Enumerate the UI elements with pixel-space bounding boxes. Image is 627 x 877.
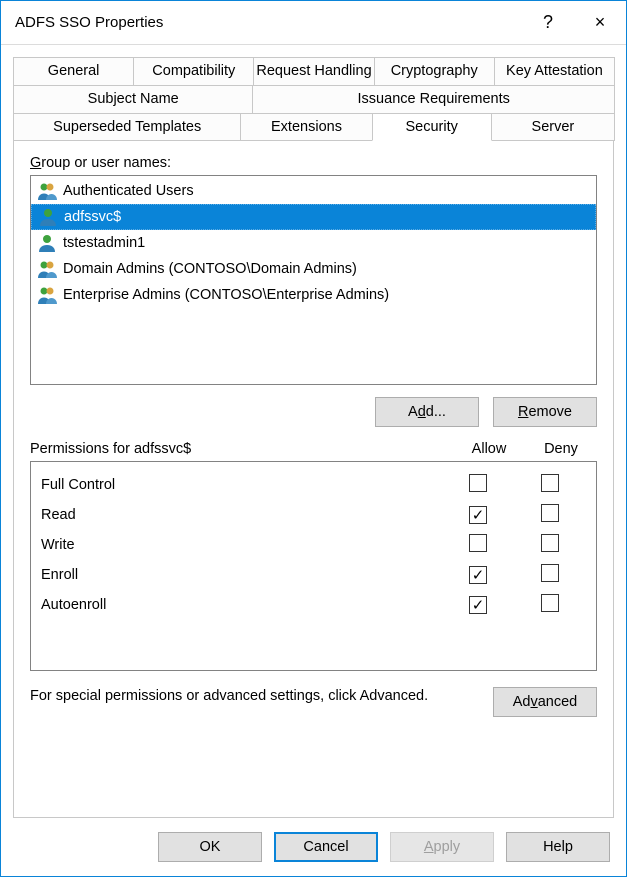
permission-name: Write — [41, 537, 442, 553]
allow-checkbox[interactable] — [469, 534, 487, 552]
advanced-note: For special permissions or advanced sett… — [30, 687, 481, 707]
add-button[interactable]: Add... — [375, 397, 479, 427]
tab-general[interactable]: General — [13, 57, 134, 85]
permission-name: Enroll — [41, 567, 442, 583]
tab-security[interactable]: Security — [372, 113, 492, 141]
close-button[interactable]: × — [574, 1, 626, 45]
client-area: General Compatibility Request Handling C… — [1, 45, 626, 818]
deny-checkbox[interactable] — [541, 504, 559, 522]
principals-listbox[interactable]: Authenticated Users adfssvc$ tstestadmin1 D… — [30, 175, 597, 385]
tab-server[interactable]: Server — [491, 113, 615, 141]
col-deny: Deny — [525, 441, 597, 457]
allow-checkbox[interactable] — [469, 566, 487, 584]
dialog-window: ADFS SSO Properties ? × General Compatib… — [0, 0, 627, 877]
list-item-label: Domain Admins (CONTOSO\Domain Admins) — [63, 261, 357, 277]
list-item[interactable]: Authenticated Users — [31, 178, 596, 204]
permissions-label: Permissions for adfssvc$ — [30, 441, 453, 457]
tab-superseded-templates[interactable]: Superseded Templates — [13, 113, 241, 141]
group-icon — [37, 181, 57, 201]
tab-compatibility[interactable]: Compatibility — [133, 57, 254, 85]
allow-checkbox[interactable] — [469, 474, 487, 492]
user-icon — [37, 233, 57, 253]
list-item-label: tstestadmin1 — [63, 235, 145, 251]
tab-page-security: Group or user names: Authenticated Users… — [13, 140, 614, 818]
group-icon — [37, 259, 57, 279]
list-item[interactable]: adfssvc$ — [31, 204, 596, 230]
advanced-button[interactable]: Advanced — [493, 687, 597, 717]
permission-row: Write — [41, 530, 586, 560]
list-item[interactable]: Domain Admins (CONTOSO\Domain Admins) — [31, 256, 596, 282]
list-item-label: adfssvc$ — [64, 209, 121, 225]
tab-request-handling[interactable]: Request Handling — [253, 57, 374, 85]
tab-subject-name[interactable]: Subject Name — [13, 85, 253, 113]
deny-checkbox[interactable] — [541, 594, 559, 612]
window-title: ADFS SSO Properties — [15, 14, 522, 31]
dialog-button-bar: OK Cancel Apply Help — [1, 818, 626, 876]
tab-row-3: Superseded Templates Extensions Security… — [13, 113, 614, 141]
user-icon — [38, 207, 58, 227]
permission-name: Read — [41, 507, 442, 523]
permission-row: Read — [41, 500, 586, 530]
apply-button[interactable]: Apply — [390, 832, 494, 862]
help-button[interactable]: ? — [522, 1, 574, 45]
list-item[interactable]: tstestadmin1 — [31, 230, 596, 256]
tab-cryptography[interactable]: Cryptography — [374, 57, 495, 85]
permission-row: Enroll — [41, 560, 586, 590]
tab-row-1: General Compatibility Request Handling C… — [13, 57, 614, 85]
allow-checkbox[interactable] — [469, 596, 487, 614]
permissions-header: Permissions for adfssvc$ Allow Deny — [30, 441, 597, 457]
cancel-button[interactable]: Cancel — [274, 832, 378, 862]
tab-key-attestation[interactable]: Key Attestation — [494, 57, 615, 85]
remove-button[interactable]: Remove — [493, 397, 597, 427]
deny-checkbox[interactable] — [541, 564, 559, 582]
deny-checkbox[interactable] — [541, 474, 559, 492]
help-button-bottom[interactable]: Help — [506, 832, 610, 862]
list-item[interactable]: Enterprise Admins (CONTOSO\Enterprise Ad… — [31, 282, 596, 308]
permission-name: Full Control — [41, 477, 442, 493]
list-item-label: Authenticated Users — [63, 183, 194, 199]
allow-checkbox[interactable] — [469, 506, 487, 524]
permission-name: Autoenroll — [41, 597, 442, 613]
tab-issuance-requirements[interactable]: Issuance Requirements — [252, 85, 615, 113]
list-item-label: Enterprise Admins (CONTOSO\Enterprise Ad… — [63, 287, 389, 303]
permissions-listbox[interactable]: Full Control Read Write Enroll Autoenroll — [30, 461, 597, 671]
permission-row: Full Control — [41, 470, 586, 500]
group-icon — [37, 285, 57, 305]
titlebar: ADFS SSO Properties ? × — [1, 1, 626, 45]
groups-label: Group or user names: — [30, 155, 597, 171]
col-allow: Allow — [453, 441, 525, 457]
principal-buttons-row: Add... Remove — [30, 397, 597, 427]
tab-strip: General Compatibility Request Handling C… — [13, 57, 614, 141]
tab-row-2: Subject Name Issuance Requirements — [13, 85, 614, 113]
deny-checkbox[interactable] — [541, 534, 559, 552]
permission-row: Autoenroll — [41, 590, 586, 620]
tab-extensions[interactable]: Extensions — [240, 113, 372, 141]
advanced-row: For special permissions or advanced sett… — [30, 687, 597, 717]
ok-button[interactable]: OK — [158, 832, 262, 862]
